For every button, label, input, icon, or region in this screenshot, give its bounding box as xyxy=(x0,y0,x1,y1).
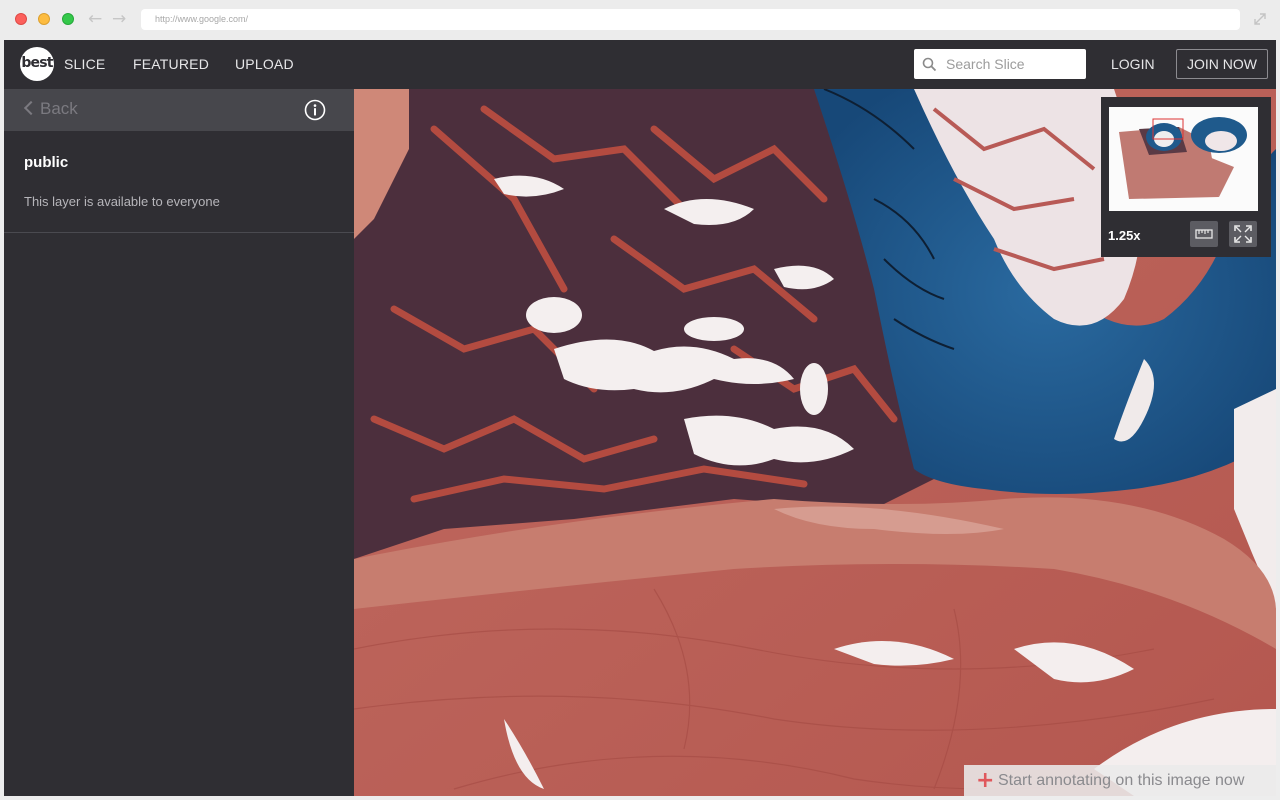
close-window-button[interactable] xyxy=(15,13,27,25)
divider xyxy=(4,232,354,233)
ruler-icon xyxy=(1195,229,1213,239)
nav-featured[interactable]: FEATURED xyxy=(133,56,209,72)
plus-icon: + xyxy=(976,768,995,793)
logo[interactable]: best xyxy=(20,47,54,81)
login-link[interactable]: LOGIN xyxy=(1111,56,1155,72)
search-icon xyxy=(922,57,937,72)
fullscreen-icon xyxy=(1234,225,1252,243)
nav-slice[interactable]: SLICE xyxy=(64,56,105,72)
browser-chrome: ← → http://www.google.com/ xyxy=(0,0,1280,40)
search-input[interactable] xyxy=(944,49,1082,79)
minimize-window-button[interactable] xyxy=(38,13,50,25)
sidebar-header: Back xyxy=(4,89,354,131)
expand-icon[interactable] xyxy=(1252,11,1268,27)
sidebar: Back public This layer is available to e… xyxy=(4,89,354,796)
nav-upload[interactable]: UPLOAD xyxy=(235,56,294,72)
fullscreen-button[interactable] xyxy=(1229,221,1257,247)
minimap-panel: 1.25x xyxy=(1101,97,1271,257)
start-annotating-button[interactable]: + Start annotating on this image now xyxy=(964,765,1276,796)
info-icon[interactable] xyxy=(304,99,326,121)
join-now-button[interactable]: JOIN NOW xyxy=(1176,49,1268,79)
address-bar[interactable]: http://www.google.com/ xyxy=(141,9,1240,30)
minimap-image xyxy=(1109,107,1258,211)
app-frame: best SLICE FEATURED UPLOAD LOGIN JOIN NO… xyxy=(4,40,1276,796)
chevron-left-icon xyxy=(23,100,39,116)
back-button[interactable]: Back xyxy=(22,99,78,119)
browser-forward-icon[interactable]: → xyxy=(112,9,126,29)
zoom-level: 1.25x xyxy=(1108,228,1141,243)
annotate-label: Start annotating on this image now xyxy=(998,772,1245,789)
layer-description: This layer is available to everyone xyxy=(24,194,220,209)
layer-name: public xyxy=(24,154,69,171)
app-header: best SLICE FEATURED UPLOAD LOGIN JOIN NO… xyxy=(4,40,1276,89)
back-label: Back xyxy=(40,99,78,118)
minimap-thumbnail[interactable] xyxy=(1109,107,1258,211)
ruler-button[interactable] xyxy=(1190,221,1218,247)
slide-viewer[interactable]: 1.25x + Start annotating on this image n… xyxy=(354,89,1276,796)
zoom-window-button[interactable] xyxy=(62,13,74,25)
browser-back-icon[interactable]: ← xyxy=(88,9,102,29)
search-box[interactable] xyxy=(914,49,1086,79)
